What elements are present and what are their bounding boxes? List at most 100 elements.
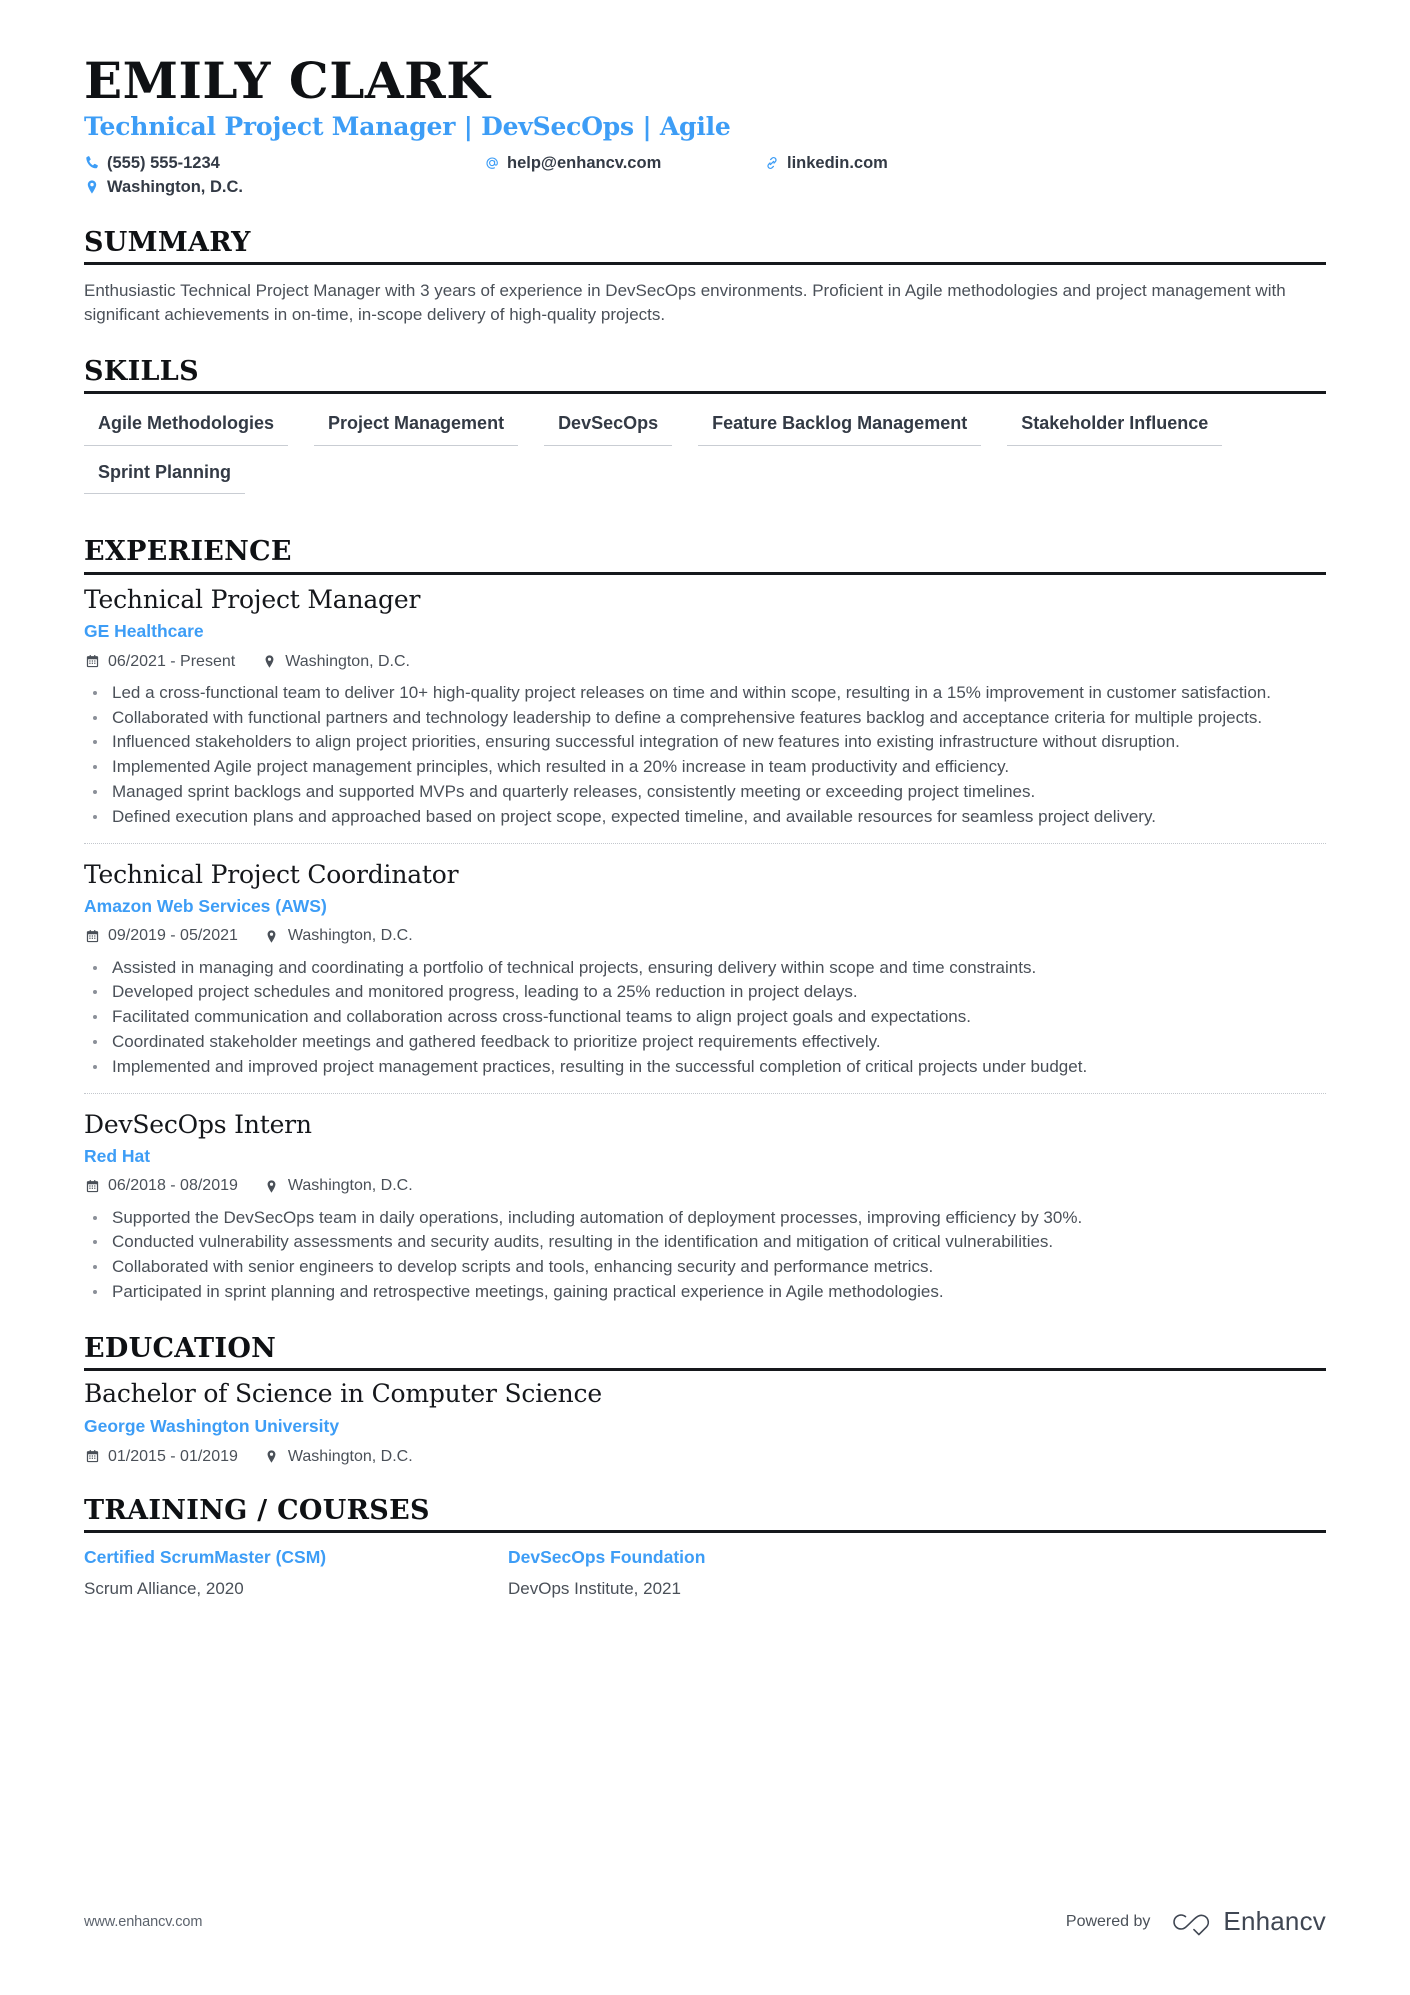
contact-linkedin-text: linkedin.com bbox=[787, 153, 888, 172]
skill-tag: DevSecOps bbox=[544, 410, 673, 446]
job-title: DevSecOps Intern bbox=[84, 1109, 312, 1139]
job-bullet: Conducted vulnerability assessments and … bbox=[84, 1230, 1326, 1254]
job-location-text: Washington, D.C. bbox=[287, 927, 413, 945]
skill-tag: Stakeholder Influence bbox=[1007, 410, 1223, 446]
training-section-title: TRAINING / COURSES bbox=[84, 1495, 430, 1527]
location-pin-icon bbox=[264, 1449, 280, 1465]
job-bullet: Developed project schedules and monitore… bbox=[84, 980, 1326, 1004]
education-section-title: EDUCATION bbox=[84, 1332, 277, 1364]
education-entry: Bachelor of Science in Computer Science … bbox=[84, 1371, 1326, 1466]
job-dates: 09/2019 - 05/2021 bbox=[84, 926, 238, 945]
skill-tag: Sprint Planning bbox=[84, 459, 245, 495]
email-at-icon bbox=[484, 155, 500, 171]
training-list: Certified ScrumMaster (CSM) Scrum Allian… bbox=[84, 1533, 1326, 1600]
education-degree: Bachelor of Science in Computer Science bbox=[84, 1379, 602, 1409]
education-section: EDUCATION Bachelor of Science in Compute… bbox=[84, 1332, 1326, 1466]
skills-section: SKILLS Agile Methodologies Project Manag… bbox=[84, 357, 1326, 507]
training-entry: DevSecOps Foundation DevOps Institute, 2… bbox=[508, 1547, 932, 1600]
job-location-text: Washington, D.C. bbox=[285, 652, 410, 670]
job-title: Technical Project Coordinator bbox=[84, 859, 459, 889]
education-location: Washington, D.C. bbox=[264, 1447, 413, 1466]
job-bullet: Led a cross-functional team to deliver 1… bbox=[84, 681, 1326, 705]
job-bullets: Assisted in managing and coordinating a … bbox=[84, 956, 1326, 1079]
resume-header: EMILY CLARK Technical Project Manager | … bbox=[84, 0, 1326, 198]
job-location: Washington, D.C. bbox=[261, 652, 410, 671]
job-meta: 06/2018 - 08/2019 Washington, D.C. bbox=[84, 1176, 1326, 1195]
summary-body: Enthusiastic Technical Project Manager w… bbox=[84, 265, 1326, 327]
job-bullets: Supported the DevSecOps team in daily op… bbox=[84, 1206, 1326, 1304]
job-bullet: Supported the DevSecOps team in daily op… bbox=[84, 1206, 1326, 1230]
calendar-icon bbox=[84, 928, 100, 944]
contact-row-1: (555) 555-1234 help@enhancv.com linkedin… bbox=[84, 153, 1326, 174]
calendar-icon bbox=[84, 653, 100, 669]
contact-email-text: help@enhancv.com bbox=[507, 153, 662, 172]
contact-location-text: Washington, D.C. bbox=[107, 178, 243, 197]
job-location: Washington, D.C. bbox=[264, 926, 413, 945]
education-location-text: Washington, D.C. bbox=[287, 1447, 413, 1465]
contact-info: (555) 555-1234 help@enhancv.com linkedin… bbox=[84, 153, 1326, 198]
link-icon bbox=[764, 155, 780, 171]
enhancv-logo: Enhancv bbox=[1168, 1906, 1326, 1937]
contact-linkedin[interactable]: linkedin.com bbox=[764, 153, 1326, 174]
location-pin-icon bbox=[261, 653, 277, 669]
job-company[interactable]: Red Hat bbox=[84, 1146, 1326, 1168]
footer-brand: Powered by Enhancv bbox=[1066, 1906, 1326, 1937]
job-bullets: Led a cross-functional team to deliver 1… bbox=[84, 681, 1326, 829]
footer-url[interactable]: www.enhancv.com bbox=[84, 1914, 202, 1930]
training-section: TRAINING / COURSES Certified ScrumMaster… bbox=[84, 1495, 1326, 1600]
job-dates-text: 06/2018 - 08/2019 bbox=[108, 1177, 238, 1195]
job-dates-text: 06/2021 - Present bbox=[108, 652, 236, 670]
location-pin-icon bbox=[264, 928, 280, 944]
training-org: Scrum Alliance, 2020 bbox=[84, 1579, 244, 1599]
education-dates-text: 01/2015 - 01/2019 bbox=[108, 1447, 238, 1465]
skill-tag: Feature Backlog Management bbox=[698, 410, 982, 446]
job-dates: 06/2018 - 08/2019 bbox=[84, 1176, 238, 1195]
summary-section-title: SUMMARY bbox=[84, 226, 251, 258]
contact-row-2: Washington, D.C. bbox=[84, 177, 1326, 198]
training-name[interactable]: Certified ScrumMaster (CSM) bbox=[84, 1547, 508, 1569]
location-pin-icon bbox=[84, 179, 100, 195]
job-company[interactable]: GE Healthcare bbox=[84, 621, 1326, 643]
candidate-headline: Technical Project Manager | DevSecOps | … bbox=[84, 112, 731, 141]
enhancv-wordmark: Enhancv bbox=[1223, 1906, 1326, 1936]
training-entry: Certified ScrumMaster (CSM) Scrum Allian… bbox=[84, 1547, 508, 1600]
candidate-name: EMILY CLARK bbox=[84, 51, 491, 110]
job-company[interactable]: Amazon Web Services (AWS) bbox=[84, 896, 1326, 918]
calendar-icon bbox=[84, 1449, 100, 1465]
training-name[interactable]: DevSecOps Foundation bbox=[508, 1547, 932, 1569]
job-title: Technical Project Manager bbox=[84, 584, 421, 614]
skill-tag: Agile Methodologies bbox=[84, 410, 289, 446]
job-bullet: Assisted in managing and coordinating a … bbox=[84, 956, 1326, 980]
job-meta: 06/2021 - Present Washington, D.C. bbox=[84, 652, 1326, 671]
job-bullet: Coordinated stakeholder meetings and gat… bbox=[84, 1030, 1326, 1054]
contact-phone-text: (555) 555-1234 bbox=[107, 153, 220, 172]
contact-location: Washington, D.C. bbox=[84, 177, 484, 198]
page-footer: www.enhancv.com Powered by Enhancv bbox=[84, 1906, 1326, 1937]
job-bullet: Facilitated communication and collaborat… bbox=[84, 1005, 1326, 1029]
resume-page: EMILY CLARK Technical Project Manager | … bbox=[0, 0, 1410, 1995]
summary-text: Enthusiastic Technical Project Manager w… bbox=[84, 280, 1286, 325]
location-pin-icon bbox=[264, 1178, 280, 1194]
contact-email[interactable]: help@enhancv.com bbox=[484, 153, 764, 174]
job-bullet: Managed sprint backlogs and supported MV… bbox=[84, 780, 1326, 804]
job-bullet: Collaborated with functional partners an… bbox=[84, 706, 1326, 730]
job-location-text: Washington, D.C. bbox=[287, 1177, 413, 1195]
job-bullet: Participated in sprint planning and retr… bbox=[84, 1280, 1326, 1304]
education-school[interactable]: George Washington University bbox=[84, 1416, 1326, 1438]
enhancv-mark-icon bbox=[1168, 1908, 1212, 1936]
education-meta: 01/2015 - 01/2019 Washington, D.C. bbox=[84, 1447, 1326, 1466]
job-meta: 09/2019 - 05/2021 Washington, D.C. bbox=[84, 926, 1326, 945]
summary-section: SUMMARY Enthusiastic Technical Project M… bbox=[84, 226, 1326, 327]
experience-entry: Technical Project Coordinator Amazon Web… bbox=[84, 844, 1326, 1094]
skills-section-title: SKILLS bbox=[84, 356, 199, 388]
calendar-icon bbox=[84, 1178, 100, 1194]
job-bullet: Influenced stakeholders to align project… bbox=[84, 730, 1326, 754]
job-location: Washington, D.C. bbox=[264, 1176, 413, 1195]
experience-entry: Technical Project Manager GE Healthcare … bbox=[84, 575, 1326, 844]
job-dates-text: 09/2019 - 05/2021 bbox=[108, 927, 238, 945]
skill-tag: Project Management bbox=[314, 410, 519, 446]
experience-entry: DevSecOps Intern Red Hat 06/2018 - 08/20… bbox=[84, 1094, 1326, 1304]
experience-section: EXPERIENCE Technical Project Manager GE … bbox=[84, 537, 1326, 1303]
job-bullet: Implemented Agile project management pri… bbox=[84, 755, 1326, 779]
contact-phone[interactable]: (555) 555-1234 bbox=[84, 153, 484, 174]
